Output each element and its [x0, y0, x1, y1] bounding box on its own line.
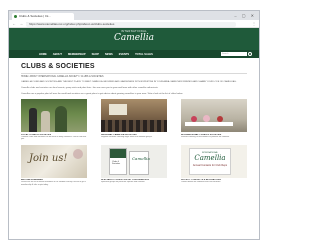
search-input[interactable]: Search [221, 52, 247, 56]
card-specialist-info[interactable]: Clubs & Societies Camellia SPECIALIST CL… [101, 144, 167, 187]
site-logo[interactable]: INTERNATIONAL Camellia [114, 30, 154, 43]
nav-item-about[interactable]: ABOUT [53, 53, 62, 56]
card-image[interactable] [21, 99, 87, 133]
booklet-text: Clubs & Societies [112, 160, 121, 166]
card-description: Please see the list of annual members of… [21, 181, 86, 186]
card-description: Camellia clubs and societies can be foun… [21, 135, 87, 141]
card-international-clubs[interactable]: INTERNATIONAL CLUBS & SOCIETIES Societie… [181, 99, 247, 141]
site-header: INTERNATIONAL Camellia [9, 28, 259, 50]
card-description: Contact details for affiliated clubs and… [181, 181, 221, 184]
card-description: Regional societies covering larger areas… [101, 135, 153, 138]
nav-item-news[interactable]: NEWS [105, 53, 113, 56]
booklet-logo: Camellia [132, 155, 150, 161]
card-image[interactable]: INTERNATIONAL Camellia Annual Contacts f… [181, 144, 247, 178]
tab-bar: Clubs & Societies | Int... – ▢ ✕ [9, 11, 259, 20]
tab-title: Clubs & Societies | Int... [19, 14, 51, 18]
page-title: CLUBS & SOCIETIES [21, 63, 95, 70]
logo-card-main: Camellia [194, 153, 226, 162]
card-society-contacts[interactable]: INTERNATIONAL Camellia Annual Contacts f… [181, 144, 247, 187]
nav-item-membership[interactable]: MEMBERSHIP [68, 53, 86, 56]
address-bar: ← → ↻ https://www.camellias-isc.org/inde… [9, 20, 259, 28]
card-image[interactable] [181, 99, 247, 133]
favicon-icon [14, 15, 17, 18]
main-content: CLUBS & SOCIETIES HOME / ABOUT INTERNATI… [9, 58, 259, 186]
card-image[interactable]: Join us! [21, 144, 87, 178]
join-us-text: Join us! [29, 152, 68, 164]
search-icon[interactable] [248, 51, 252, 56]
nav-item-shop[interactable]: SHOP [92, 53, 99, 56]
window-controls[interactable]: – ▢ ✕ [234, 13, 256, 18]
breadcrumb[interactable]: HOME / ABOUT INTERNATIONAL CAMELLIA SOCI… [21, 76, 247, 78]
browser-menu-icon[interactable]: ⋮ [252, 21, 256, 26]
nav-item-home[interactable]: HOME [39, 53, 47, 56]
card-become-member[interactable]: Join us! BECOME A MEMBER Please see the … [21, 144, 87, 187]
card-image[interactable] [101, 99, 167, 133]
browser-window: Clubs & Societies | Int... – ▢ ✕ ← → ↻ h… [8, 10, 260, 240]
intro-paragraph: CAMELLIA CLUBS AND SOCIETIES ARE THE BES… [21, 80, 237, 83]
divider [21, 73, 247, 74]
card-image[interactable]: Clubs & Societies Camellia [101, 144, 167, 178]
clubs-grid: LOCAL CLUBS & SOCIETIES Camellia clubs a… [21, 99, 247, 186]
logo-main-text: Camellia [113, 33, 155, 43]
card-description: Societies working across borders to prom… [181, 135, 230, 138]
logo-card-sub: Annual Contacts for Club Reps [192, 163, 228, 167]
intro-paragraph: Camellia clubs and societies run local e… [21, 86, 159, 89]
card-regional-societies[interactable]: REGIONAL CAMELLIA SOCIETIES Regional soc… [101, 99, 167, 141]
card-description: Specialist groups for particular species… [101, 181, 146, 184]
nav-item-total-sales[interactable]: TOTAL SALES [135, 53, 153, 56]
intro-paragraph: Camellias are a popular plant all over t… [21, 93, 183, 95]
browser-tab[interactable]: Clubs & Societies | Int... [12, 13, 74, 20]
site-nav: HOME ABOUT MEMBERSHIP SHOP NEWS EVENTS T… [9, 50, 259, 58]
url-field[interactable]: https://www.camellias-isc.org/index.php/… [26, 21, 236, 27]
card-local-clubs[interactable]: LOCAL CLUBS & SOCIETIES Camellia clubs a… [21, 99, 87, 141]
nav-item-events[interactable]: EVENTS [119, 53, 129, 56]
